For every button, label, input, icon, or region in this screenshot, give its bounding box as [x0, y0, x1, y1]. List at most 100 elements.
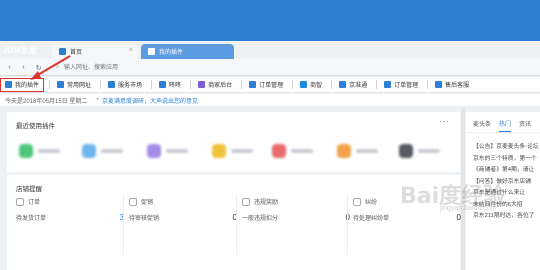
violation-icon: [242, 197, 250, 206]
watermark-url: jingyan.baidu.com: [440, 205, 497, 212]
toolbar-separator: [190, 80, 192, 89]
toolbar-item[interactable]: 商家后台: [194, 78, 236, 92]
tab-headlines[interactable]: 麦头条: [473, 119, 491, 132]
plugin-icon: [19, 144, 33, 158]
tab-my-plugins[interactable]: 我的插件: [141, 44, 234, 59]
order-icon: [384, 81, 392, 88]
toolbar-item[interactable]: 常用网址: [53, 78, 95, 92]
toolbar-item-label: 商家后台: [208, 83, 233, 89]
toolbar-separator: [151, 80, 153, 89]
toolbar-separator: [427, 80, 429, 89]
tab-my-plugins-label: 我的插件: [159, 50, 184, 56]
refresh-icon[interactable]: ↻: [33, 62, 44, 73]
shop-reminder-panel: 店铺提醒 订单待发货订单3 促销待审核促销0 违规奖励一般违规扣分0 纠纷待处理纠纷单…: [7, 175, 461, 270]
news-item[interactable]: 京东的三个特质，第一个: [473, 154, 539, 166]
tab-home-label: 首页: [70, 50, 83, 56]
plugin-label-blurred: [356, 149, 378, 153]
tab-info[interactable]: 资讯: [519, 119, 531, 132]
plugin-icon: [147, 144, 161, 158]
plugin-icon: [272, 144, 286, 158]
chat-icon: [159, 81, 167, 88]
plugin-icon: [212, 144, 226, 158]
toolbar-item-label: 售后客服: [445, 83, 470, 89]
toolbar-separator: [292, 80, 294, 89]
stat-row[interactable]: 一般违规扣分0: [242, 213, 350, 222]
plugin-icon: [82, 144, 96, 158]
divider: [123, 195, 124, 255]
divider: [466, 132, 540, 133]
news-item[interactable]: 京东211限时达，各位了: [473, 211, 539, 223]
title-bar: [0, 0, 540, 41]
shop-stat-block: 订单 待发货订单 3: [16, 197, 124, 222]
toolbar-separator: [49, 80, 51, 89]
recent-plugins-panel: 最近使用插件 ···: [7, 112, 460, 172]
plugin-label-blurred: [38, 149, 60, 153]
toolbar-separator: [100, 80, 102, 89]
forward-icon[interactable]: ›: [18, 62, 29, 73]
home-icon: [59, 48, 66, 55]
divider: [347, 195, 348, 255]
toolbar-item-label: 咚咚: [169, 83, 182, 89]
toolbar-item-label: 我的插件: [15, 83, 40, 89]
recent-plugin-item[interactable]: [272, 144, 313, 158]
news-item[interactable]: 【公告】京麦麦头条-论坛: [473, 142, 539, 154]
plugin-label-blurred: [231, 149, 253, 153]
stat-header: 违规奖励: [242, 197, 350, 206]
recent-plugin-item[interactable]: [147, 144, 188, 158]
service-icon: [435, 81, 443, 88]
toolbar-item[interactable]: 咚咚: [155, 78, 185, 92]
toolbar-item[interactable]: 服务市场: [104, 78, 146, 92]
plugin-label-blurred: [166, 149, 188, 153]
recent-plugin-item[interactable]: [212, 144, 253, 158]
toolbar-item-label: 订单管理: [259, 83, 284, 89]
recent-plugin-item[interactable]: [399, 144, 440, 158]
toolbar-item-label: 服务市场: [118, 83, 143, 89]
recent-plugin-item[interactable]: [337, 144, 378, 158]
toolbar-separator: [241, 80, 243, 89]
stat-row[interactable]: 待审核促销 0: [129, 213, 237, 222]
order-icon: [16, 197, 24, 206]
close-icon[interactable]: ×: [129, 47, 133, 54]
stat-title: 违规奖励: [254, 200, 279, 206]
date-bar: 今天是2018年05月15日 星期二 ◔ 京麦满意度调研，大声说出您的意见: [0, 94, 540, 106]
jzt-icon: [339, 81, 347, 88]
plugin-label-blurred: [291, 149, 313, 153]
back-icon[interactable]: ‹: [4, 62, 15, 73]
plugin-icon: [5, 81, 12, 88]
toolbar-item[interactable]: 商智: [296, 78, 326, 92]
stat-row[interactable]: 待处理纠纷单 0: [353, 213, 461, 222]
stat-row[interactable]: 待发货订单 3: [16, 213, 124, 222]
stat-label: 待审核促销: [129, 216, 160, 222]
toolbar-item-label: 京准通: [349, 83, 368, 89]
dispute-icon: [353, 197, 361, 206]
stat-title: 促销: [141, 200, 154, 206]
plugin-icon: [337, 144, 351, 158]
more-icon[interactable]: ···: [439, 117, 450, 126]
toolbar-item[interactable]: 京准通: [335, 78, 371, 92]
bell-icon: ◔: [95, 97, 99, 103]
tab-hot[interactable]: 热门: [499, 119, 512, 132]
divider: [236, 195, 237, 255]
smart-icon: [300, 81, 308, 88]
survey-link[interactable]: 京麦满意度调研，大声说出您的意见: [102, 96, 198, 105]
recent-plugin-item[interactable]: [82, 144, 123, 158]
toolbar-item[interactable]: 订单管理: [380, 78, 422, 92]
recent-plugin-item[interactable]: [19, 144, 60, 158]
plugin-icon: [399, 144, 413, 158]
toolbar-separator: [331, 80, 333, 89]
news-tabs: 麦头条 热门 资讯: [473, 119, 531, 132]
toolbar-item[interactable]: 我的插件: [0, 77, 45, 92]
stat-title: 纠纷: [365, 200, 378, 206]
toolbar-separator: [376, 80, 378, 89]
shop-reminder-title: 店铺提醒: [16, 186, 42, 193]
toolbar-item[interactable]: 订单管理: [245, 78, 287, 92]
tab-home[interactable]: 首页 ×: [52, 44, 138, 59]
address-bar: ‹ › ↻ ⌕: [0, 59, 540, 76]
recent-plugins-title: 最近使用插件: [16, 123, 55, 130]
bookmark-toolbar: 我的插件 常用网址 服务市场 咚咚 商家后台 订单管理 商智 京准通 订单管理 售后客服: [0, 77, 540, 93]
market-icon: [108, 81, 116, 88]
news-item[interactable]: 《商铺者》第4期，请让: [473, 165, 539, 177]
address-input[interactable]: [54, 62, 538, 73]
plugin-icon: [148, 48, 155, 55]
toolbar-item[interactable]: 售后客服: [431, 78, 473, 92]
